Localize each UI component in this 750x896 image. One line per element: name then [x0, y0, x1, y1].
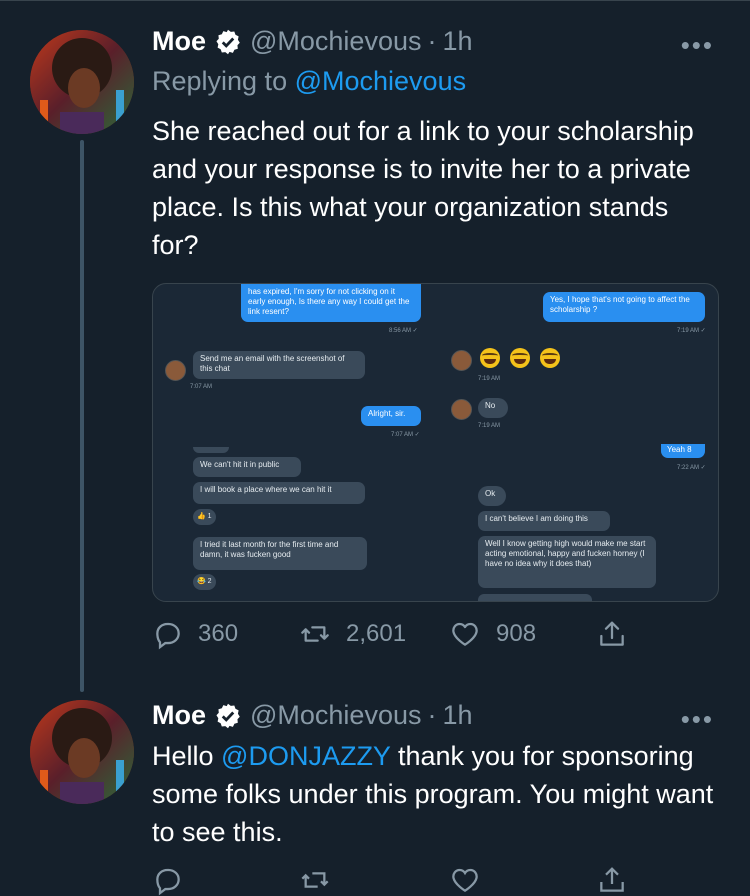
- separator-dot: ·: [427, 700, 437, 730]
- more-options-icon[interactable]: •••: [681, 704, 714, 735]
- avatar[interactable]: [30, 30, 134, 134]
- laughing-emoji-icon: [510, 348, 530, 368]
- replying-to-handle[interactable]: @Mochievous: [295, 66, 466, 96]
- chat-bubble-in: Ok: [478, 486, 506, 506]
- chat-bubble-in: I can't believe I am doing this: [478, 511, 610, 531]
- laughing-emoji-icon: [480, 348, 500, 368]
- share-icon[interactable]: [596, 864, 628, 896]
- chat-bubble-in: I will book a place where we can hit it: [193, 482, 365, 504]
- reply-count: 360: [198, 620, 239, 647]
- chat-timestamp: 7:22 AM ✓: [677, 465, 706, 471]
- tweet-actions: 360 2,601 908: [152, 618, 632, 652]
- thumbs-up-icon: 👍: [197, 513, 206, 520]
- chat-reaction: 😂 2: [193, 574, 216, 590]
- like-count: 908: [496, 620, 537, 647]
- share-button[interactable]: [596, 618, 642, 650]
- reply-icon: [156, 622, 180, 650]
- more-options-icon[interactable]: •••: [681, 30, 714, 61]
- chat-avatar: [165, 360, 186, 381]
- chat-reaction: 👍 1: [193, 509, 216, 525]
- laughing-emoji-icon: 😂: [197, 578, 206, 585]
- replying-to-label: Replying to: [152, 66, 288, 96]
- tweet-text-part: Hello: [152, 741, 222, 771]
- chat-bubble-in: [193, 447, 229, 453]
- replying-to: Replying to @Mochievous: [152, 66, 466, 97]
- tweet-text: She reached out for a link to your schol…: [152, 116, 694, 260]
- verified-badge-icon: [216, 703, 240, 728]
- share-icon: [600, 621, 624, 646]
- chat-bubble-in: [478, 594, 592, 601]
- chat-timestamp: 7:19 AM: [478, 423, 501, 429]
- chat-bubble-out: has expired, I'm sorry for not clicking …: [241, 284, 421, 322]
- separator-dot: ·: [427, 26, 437, 56]
- tweet-text: Hello @DONJAZZY thank you for sponsoring…: [152, 737, 722, 851]
- display-name[interactable]: Moe: [152, 26, 206, 57]
- chat-bubble-in: Well I know getting high would make me s…: [478, 536, 656, 588]
- display-name[interactable]: Moe: [152, 700, 206, 731]
- heart-icon[interactable]: [448, 864, 482, 896]
- reply-icon[interactable]: [152, 864, 184, 896]
- timestamp[interactable]: 1h: [442, 700, 472, 731]
- reaction-count: 2: [207, 578, 212, 585]
- retweet-button[interactable]: 2,601: [298, 618, 406, 650]
- reaction-count: 1: [207, 513, 212, 520]
- chat-avatar: [451, 399, 472, 420]
- chat-timestamp: 8:56 AM ✓: [389, 328, 418, 334]
- chat-timestamp: 7:07 AM: [190, 384, 213, 390]
- heart-icon: [452, 622, 478, 646]
- retweet-icon[interactable]: [298, 864, 332, 896]
- reply-button[interactable]: 360: [152, 618, 238, 650]
- laughing-emoji-icon: [540, 348, 560, 368]
- chat-timestamp: 7:19 AM ✓: [677, 328, 706, 334]
- chat-timestamp: 7:07 AM ✓: [391, 432, 420, 438]
- chat-bubble-out: Alright, sir.: [361, 406, 421, 426]
- chat-bubble-in: Send me an email with the screenshot of …: [193, 351, 365, 379]
- chat-bubble-in: We can't hit it in public: [193, 457, 301, 477]
- chat-timestamp: 7:19 AM: [478, 376, 501, 382]
- tweet-header: Moe @Mochievous · 1h: [152, 700, 473, 731]
- chat-bubble-out: Yeah 8: [661, 444, 705, 458]
- chat-bubble-in: I tried it last month for the first time…: [193, 537, 367, 570]
- avatar[interactable]: [30, 700, 134, 804]
- retweet-count: 2,601: [346, 620, 407, 647]
- tweet-image[interactable]: has expired, I'm sorry for not clicking …: [152, 283, 719, 602]
- chat-avatar: [451, 350, 472, 371]
- like-button[interactable]: 908: [448, 618, 536, 650]
- timestamp[interactable]: 1h: [442, 26, 472, 57]
- verified-badge-icon: [216, 29, 240, 54]
- handle[interactable]: @Mochievous: [250, 700, 421, 731]
- handle[interactable]: @Mochievous: [250, 26, 421, 57]
- top-divider: [0, 0, 750, 1]
- chat-bubble-out: Yes, I hope that's not going to affect t…: [543, 292, 705, 322]
- tweet-header: Moe @Mochievous · 1h: [152, 26, 473, 57]
- retweet-icon: [301, 626, 329, 642]
- mention-link[interactable]: @DONJAZZY: [221, 741, 390, 771]
- chat-bubble-in: No: [478, 398, 508, 418]
- tweet-actions-partial: [152, 860, 632, 896]
- thread-line: [80, 140, 84, 692]
